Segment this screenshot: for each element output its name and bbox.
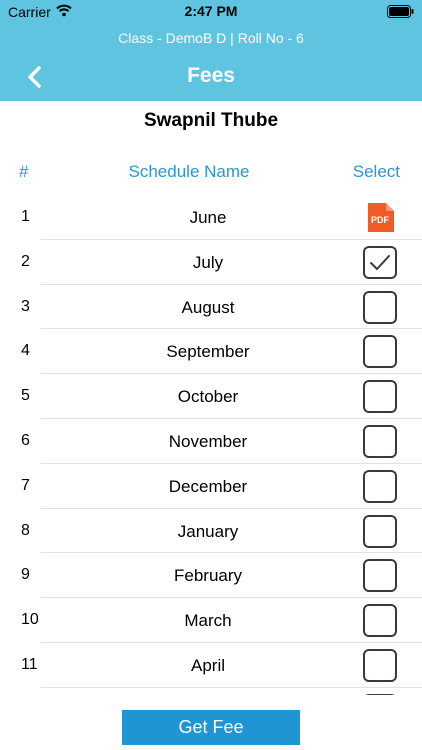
schedule-name: October — [177, 387, 239, 407]
table-row: 2 July — [0, 240, 422, 285]
table-row: 4 September — [0, 329, 422, 375]
checkmark-icon — [370, 254, 390, 270]
navigation-header: Carrier 2:47 PM Class - DemoB D | Roll N… — [0, 0, 422, 101]
schedule-name: June — [189, 208, 227, 227]
schedule-name: September — [166, 342, 250, 362]
svg-text:PDF: PDF — [371, 215, 390, 225]
checkbox[interactable] — [363, 469, 397, 503]
schedule-name: February — [173, 566, 243, 586]
checkbox[interactable] — [363, 424, 397, 458]
checkbox[interactable] — [363, 514, 397, 548]
checkbox[interactable] — [363, 380, 397, 414]
column-header-schedule-name: Schedule Name — [128, 162, 250, 181]
class-roll-subtitle: Class - DemoB D | Roll No - 6 — [118, 30, 304, 46]
schedule-name: March — [184, 611, 232, 631]
battery-icon — [387, 5, 414, 18]
table-row: 6 November — [0, 419, 422, 464]
table-row: 8 January — [0, 509, 422, 554]
checkbox[interactable] — [363, 335, 397, 369]
get-fee-button[interactable]: Get Fee — [122, 710, 300, 745]
clock-label: 2:47 PM — [184, 3, 238, 19]
table-row: 5 October — [0, 374, 422, 419]
table-row: 10 March — [0, 598, 422, 643]
status-bar: Carrier 2:47 PM — [0, 0, 422, 24]
table-row — [0, 688, 422, 695]
schedule-name: January — [177, 521, 239, 541]
table-row: 1 June PDF — [0, 195, 422, 240]
pdf-file-icon[interactable]: PDF — [366, 201, 396, 234]
checkbox[interactable] — [363, 693, 397, 695]
schedule-name: July — [192, 252, 224, 272]
table-row: 7 December — [0, 464, 422, 509]
schedule-name: November — [168, 431, 248, 451]
schedule-name: August — [181, 297, 235, 317]
column-header-select: Select — [352, 162, 400, 181]
table-row: 9 February — [0, 553, 422, 599]
table-row: 11 April — [0, 643, 422, 688]
checkbox[interactable] — [363, 559, 397, 593]
schedule-name: December — [168, 476, 248, 496]
checkbox[interactable] — [363, 290, 397, 324]
checkbox[interactable] — [363, 648, 397, 682]
fee-schedule-list: 1 June PDF 2 July 3 August 4 September 5 October 6 N… — [0, 195, 422, 695]
checkbox[interactable] — [363, 604, 397, 638]
page-title: Fees — [187, 64, 235, 87]
schedule-name: April — [190, 655, 225, 675]
student-name: Swapnil Thube — [143, 110, 279, 131]
table-row: 3 August — [0, 285, 422, 330]
checkbox-checked[interactable] — [363, 245, 397, 279]
